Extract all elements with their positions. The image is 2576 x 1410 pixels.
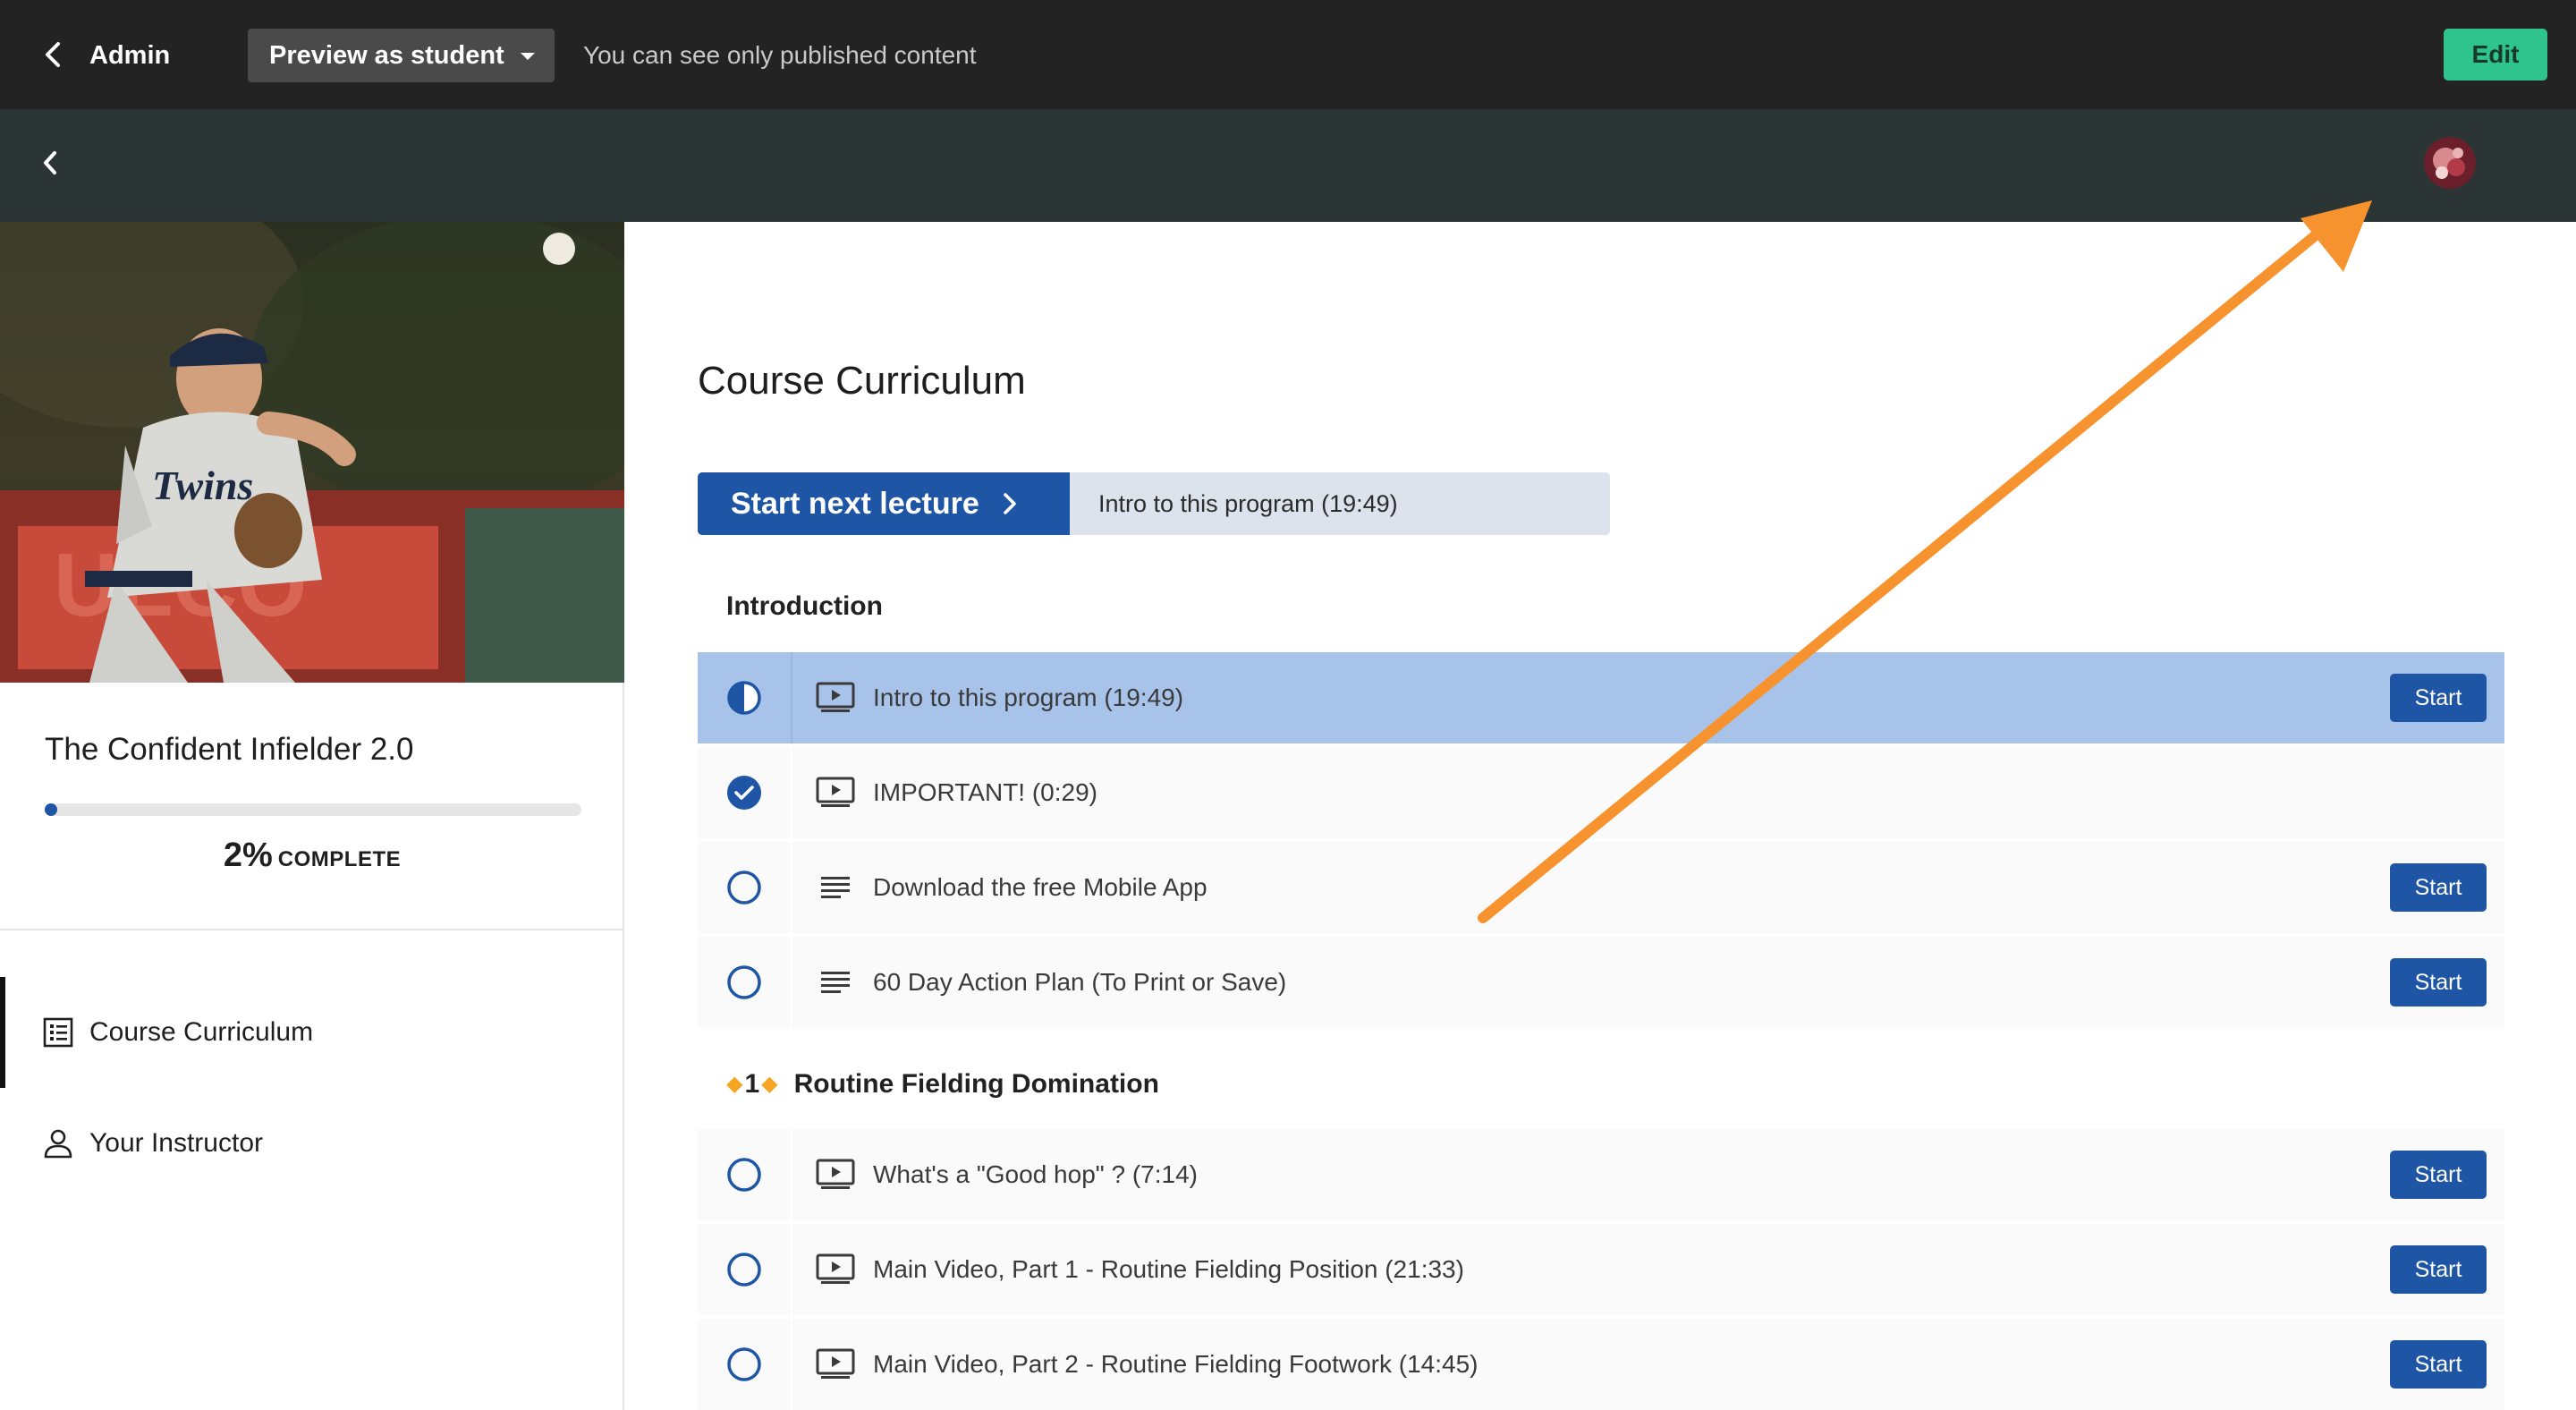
lecture-row[interactable]: 60 Day Action Plan (To Print or Save) St… (698, 937, 2504, 1028)
progress-bar (45, 803, 581, 816)
sidebar-divider (0, 929, 624, 930)
row-divider (791, 747, 792, 838)
row-divider (791, 937, 792, 1028)
back-chevron-icon[interactable] (34, 147, 66, 179)
sidebar-item-course-curriculum[interactable]: Course Curriculum (0, 977, 624, 1088)
lecture-row[interactable]: Main Video, Part 1 - Routine Fielding Po… (698, 1224, 2504, 1315)
user-avatar[interactable] (2424, 137, 2476, 189)
lecture-row[interactable]: Intro to this program (19:49) Start (698, 652, 2504, 743)
sidebar-item-your-instructor[interactable]: Your Instructor (0, 1088, 624, 1199)
text-lines-icon (814, 937, 857, 1028)
lecture-title: What's a "Good hop" ? (7:14) (873, 1160, 1198, 1188)
video-icon (814, 1319, 857, 1410)
section-title: Introduction (726, 589, 883, 624)
video-icon (814, 1129, 857, 1220)
section-title: ◆ 1 ◆ Routine Fielding Domination (726, 1066, 1159, 1102)
row-divider (791, 1129, 792, 1220)
lecture-row[interactable]: Download the free Mobile App Start (698, 842, 2504, 933)
lecture-row[interactable]: Main Video, Part 2 - Routine Fielding Fo… (698, 1319, 2504, 1410)
course-header-bar (0, 109, 2576, 222)
diamond-icon: ◆ (761, 1072, 778, 1096)
sidebar-item-label: Course Curriculum (89, 1017, 314, 1047)
lecture-title: IMPORTANT! (0:29) (873, 778, 1098, 806)
lecture-title: Main Video, Part 1 - Routine Fielding Po… (873, 1255, 1464, 1283)
progress-label: COMPLETE (277, 847, 402, 871)
start-button[interactable]: Start (2390, 1245, 2487, 1294)
lecture-title: 60 Day Action Plan (To Print or Save) (873, 968, 1287, 996)
text-lines-icon (814, 842, 857, 933)
lecture-title: Download the free Mobile App (873, 873, 1208, 901)
lecture-row[interactable]: What's a "Good hop" ? (7:14) Start (698, 1129, 2504, 1220)
section-title-text: Introduction (726, 591, 883, 621)
video-icon (814, 652, 857, 743)
start-next-lecture-label: Start next lecture (731, 486, 979, 521)
not-started-circle-icon (698, 1224, 791, 1315)
video-icon (814, 747, 857, 838)
course-title: The Confident Infielder 2.0 (45, 732, 414, 767)
start-button[interactable]: Start (2390, 1340, 2487, 1389)
start-button[interactable]: Start (2390, 1151, 2487, 1199)
row-divider (791, 1319, 792, 1410)
lecture-title: Main Video, Part 2 - Routine Fielding Fo… (873, 1350, 1479, 1378)
not-started-circle-icon (698, 1129, 791, 1220)
lecture-row[interactable]: IMPORTANT! (0:29) (698, 747, 2504, 838)
start-button[interactable]: Start (2390, 863, 2487, 912)
curriculum-list-icon (41, 1015, 75, 1049)
admin-back-link[interactable]: Admin (89, 39, 170, 72)
sidebar-item-label: Your Instructor (89, 1128, 263, 1158)
diamond-icon: ◆ (726, 1072, 743, 1096)
not-started-circle-icon (698, 842, 791, 933)
back-chevron-icon[interactable] (38, 39, 68, 70)
video-icon (814, 1224, 857, 1315)
chevron-right-icon (1003, 492, 1017, 515)
svg-text:Twins: Twins (152, 463, 253, 508)
person-icon (41, 1126, 75, 1160)
section-title-text: Routine Fielding Domination (793, 1069, 1159, 1099)
preview-note: You can see only published content (583, 41, 977, 69)
start-button[interactable]: Start (2390, 958, 2487, 1007)
main-content: Course Curriculum Start next lecture Int… (626, 222, 2576, 1410)
not-started-circle-icon (698, 937, 791, 1028)
progress-fill (45, 803, 57, 816)
preview-as-student-dropdown[interactable]: Preview as student (248, 29, 555, 82)
lecture-title: Intro to this program (19:49) (873, 684, 1184, 711)
section-number: 1 (744, 1069, 760, 1099)
row-divider (791, 842, 792, 933)
course-hero-image: ULCO Twins (0, 222, 624, 683)
sidebar: ULCO Twins The Confident Infielder 2.0 2… (0, 222, 624, 1410)
row-divider (791, 652, 792, 743)
next-lecture-title[interactable]: Intro to this program (19:49) (1098, 472, 1398, 535)
start-next-lecture-button[interactable]: Start next lecture (698, 472, 1070, 535)
completed-check-icon (698, 747, 791, 838)
not-started-circle-icon (698, 1319, 791, 1410)
row-divider (791, 1224, 792, 1315)
admin-bar: Admin Preview as student You can see onl… (0, 0, 2576, 109)
in-progress-status-icon (698, 652, 791, 743)
preview-label: Preview as student (269, 40, 504, 70)
edit-button[interactable]: Edit (2444, 29, 2547, 81)
progress-summary: 2% COMPLETE (0, 836, 624, 882)
caret-down-icon (521, 53, 535, 60)
progress-percent: 2% (223, 837, 273, 874)
page-title: Course Curriculum (698, 359, 1026, 403)
start-button[interactable]: Start (2390, 674, 2487, 722)
